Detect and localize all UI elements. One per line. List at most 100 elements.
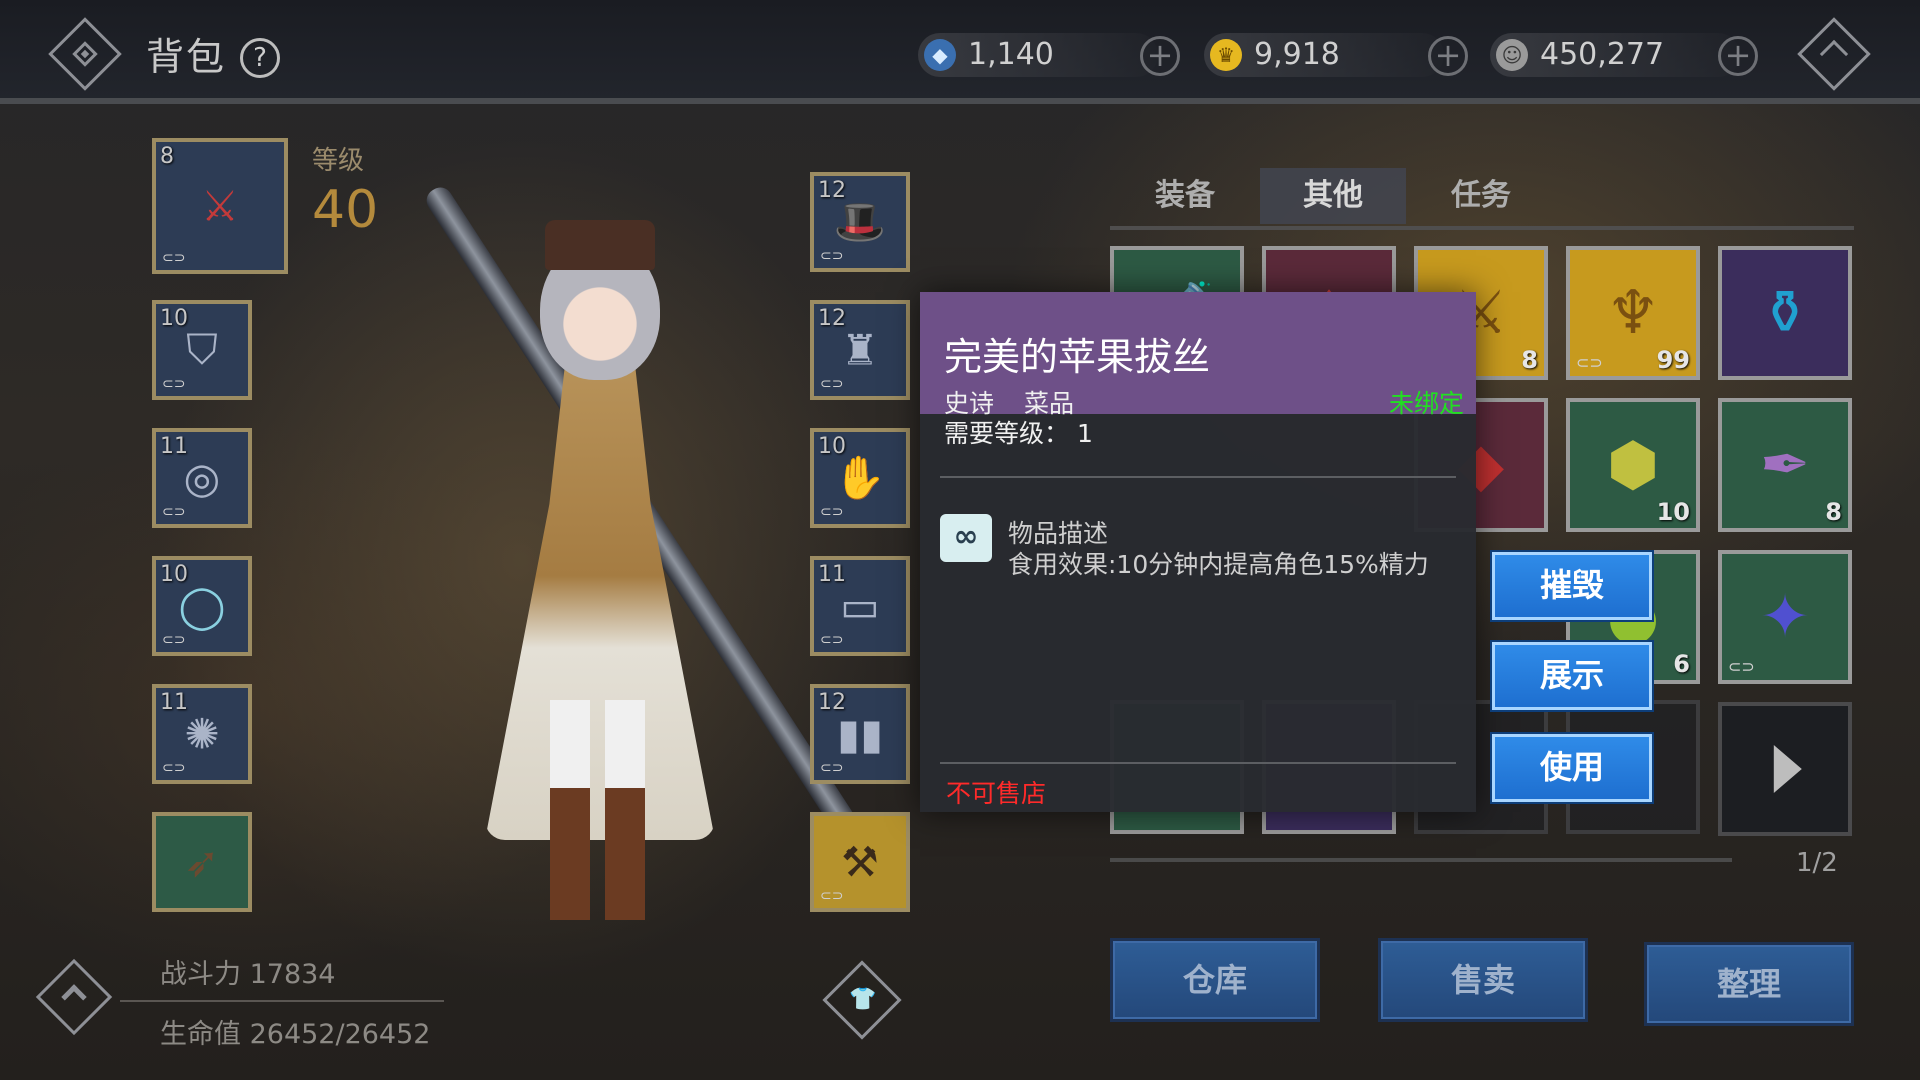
item-description: 食用效果:10分钟内提高角色15%精力	[1008, 550, 1429, 579]
bracer-icon: ◎	[183, 453, 221, 503]
link-icon: ⊂⊃	[820, 888, 844, 904]
silver-currency: ☺ 450,277	[1490, 33, 1740, 77]
equip-slot-armor[interactable]: 12 ♜ ⊂⊃	[810, 300, 910, 400]
tab-quest[interactable]: 任务	[1408, 168, 1554, 224]
tab-equipment[interactable]: 装备	[1112, 168, 1258, 224]
tabs-underline	[1110, 226, 1854, 230]
tooltip-divider	[940, 476, 1456, 478]
link-icon: ⊂⊃	[162, 376, 186, 392]
destroy-button[interactable]: 摧毁	[1492, 552, 1652, 620]
equip-slot-amulet[interactable]: 10 ⛉ ⊂⊃	[152, 300, 252, 400]
slot-level: 10	[160, 306, 188, 331]
trident-medal-icon: ♆	[1606, 278, 1660, 348]
hit-points: 生命值 26452/26452	[160, 1019, 431, 1050]
back-button[interactable]	[48, 17, 122, 91]
use-button[interactable]: 使用	[1492, 734, 1652, 802]
equip-slot-boots[interactable]: 12 ▮▮ ⊂⊃	[810, 684, 910, 784]
item-quantity: 99	[1656, 346, 1690, 374]
horn-icon: ➶	[184, 837, 220, 887]
silver-amount: 450,277	[1540, 37, 1665, 72]
add-gold-button[interactable]: +	[1428, 36, 1468, 76]
link-icon: ⊂⊃	[820, 632, 844, 648]
item-quantity: 10	[1656, 498, 1690, 526]
costume-button[interactable]: 👕	[822, 960, 902, 1040]
character-body	[485, 360, 715, 840]
stats-divider	[120, 1000, 444, 1002]
armor-icon: ♜	[841, 325, 879, 375]
equip-slot-hat[interactable]: 12 🎩 ⊂⊃	[810, 172, 910, 272]
sword-icon: ⚔	[201, 181, 239, 231]
equip-slot-bracer[interactable]: 11 ◎ ⊂⊃	[152, 428, 252, 528]
gloves-icon: ✋	[833, 453, 887, 502]
equip-slot-ring[interactable]: 10 ◯ ⊂⊃	[152, 556, 252, 656]
tooltip-divider	[940, 762, 1456, 764]
home-button[interactable]	[1797, 17, 1871, 91]
top-hat-icon: 🎩	[833, 197, 887, 246]
gold-ore-icon: ⬢	[1606, 430, 1660, 500]
inventory-slot[interactable]: ✦ ⊂⊃	[1718, 550, 1852, 684]
item-name: 完美的苹果拔丝	[944, 335, 1211, 379]
inventory-slot[interactable]: ♆ 99 ⊂⊃	[1566, 246, 1700, 380]
arrow-right-icon	[1773, 745, 1802, 793]
combat-power: 战斗力 17834	[160, 959, 336, 990]
item-quantity: 6	[1673, 650, 1690, 678]
sort-button[interactable]: 整理	[1644, 942, 1854, 1026]
required-level: 需要等级： 1	[944, 419, 1093, 448]
diamond-amount: 1,140	[968, 37, 1054, 72]
sell-button[interactable]: 售卖	[1378, 938, 1588, 1022]
link-icon: ⊂⊃	[820, 248, 844, 264]
link-icon: ⊂⊃	[162, 504, 186, 520]
emblem-icon: ✺	[184, 709, 220, 759]
diamond-icon: ◆	[924, 39, 956, 71]
character-model[interactable]	[360, 180, 858, 940]
equip-slot-horn[interactable]: ➶	[152, 812, 252, 912]
gold-amount: 9,918	[1254, 37, 1340, 72]
crown-coin-icon: ♛	[1210, 39, 1242, 71]
equip-slot-belt[interactable]: 11 ▭ ⊂⊃	[810, 556, 910, 656]
add-diamond-button[interactable]: +	[1140, 36, 1180, 76]
page-divider	[1110, 858, 1732, 862]
warehouse-button[interactable]: 仓库	[1110, 938, 1320, 1022]
ring-icon: ◯	[178, 581, 226, 631]
inventory-slot[interactable]: ⚱	[1718, 246, 1852, 380]
link-icon: ⊂⊃	[1576, 353, 1603, 372]
equip-slot-weapon[interactable]: 8 ⚔ ⊂⊃	[152, 138, 288, 274]
belt-icon: ▭	[840, 581, 880, 631]
level-label: 等级	[312, 146, 365, 176]
inventory-slot[interactable]: ⬢ 10	[1566, 398, 1700, 532]
amulet-icon: ⛉	[186, 325, 218, 374]
tab-other[interactable]: 其他	[1260, 168, 1406, 224]
shirt-icon: 👕	[849, 987, 877, 1012]
add-silver-button[interactable]: +	[1718, 36, 1758, 76]
character-leg	[605, 700, 645, 920]
boots-icon: ▮▮	[836, 709, 884, 759]
show-button[interactable]: 展示	[1492, 642, 1652, 710]
link-icon: ⊂⊃	[820, 760, 844, 776]
equip-slot-tool[interactable]: ⚒ ⊂⊃	[810, 812, 910, 912]
link-icon: ⊂⊃	[162, 760, 186, 776]
expand-stats-button[interactable]	[35, 958, 113, 1036]
link-icon: ⊂⊃	[1728, 657, 1755, 676]
gold-currency: ♛ 9,918	[1204, 33, 1444, 77]
item-tooltip: 完美的苹果拔丝 史诗 菜品 未绑定 需要等级： 1 ∞ 物品描述 食用效果:10…	[920, 292, 1476, 812]
inventory-slot[interactable]: ✒ 8	[1718, 398, 1852, 532]
equip-slot-emblem[interactable]: 11 ✺ ⊂⊃	[152, 684, 252, 784]
equip-slot-gloves[interactable]: 10 ✋ ⊂⊃	[810, 428, 910, 528]
feather-icon: ✒	[1759, 430, 1811, 500]
description-title: 物品描述	[1008, 519, 1109, 548]
item-quantity: 8	[1521, 346, 1538, 374]
help-icon[interactable]: ?	[240, 38, 280, 78]
axe-icon: ⚒	[841, 837, 879, 887]
link-icon: ⊂⊃	[820, 504, 844, 520]
sell-restriction: 不可售店	[946, 779, 1047, 808]
next-page-button[interactable]	[1718, 702, 1852, 836]
page-title: 背包	[146, 35, 227, 79]
crystal-icon: ✦	[1759, 582, 1811, 652]
bind-status: 未绑定	[1388, 389, 1464, 418]
character-leg	[550, 700, 590, 920]
home-icon	[1819, 39, 1849, 69]
top-bar: 背包 ? ◆ 1,140 + ♛ 9,918 + ☺ 450,277 +	[0, 0, 1920, 104]
link-icon: ⊂⊃	[162, 632, 186, 648]
chain-link-icon: ∞	[940, 514, 992, 562]
blue-potion-icon: ⚱	[1759, 278, 1811, 348]
